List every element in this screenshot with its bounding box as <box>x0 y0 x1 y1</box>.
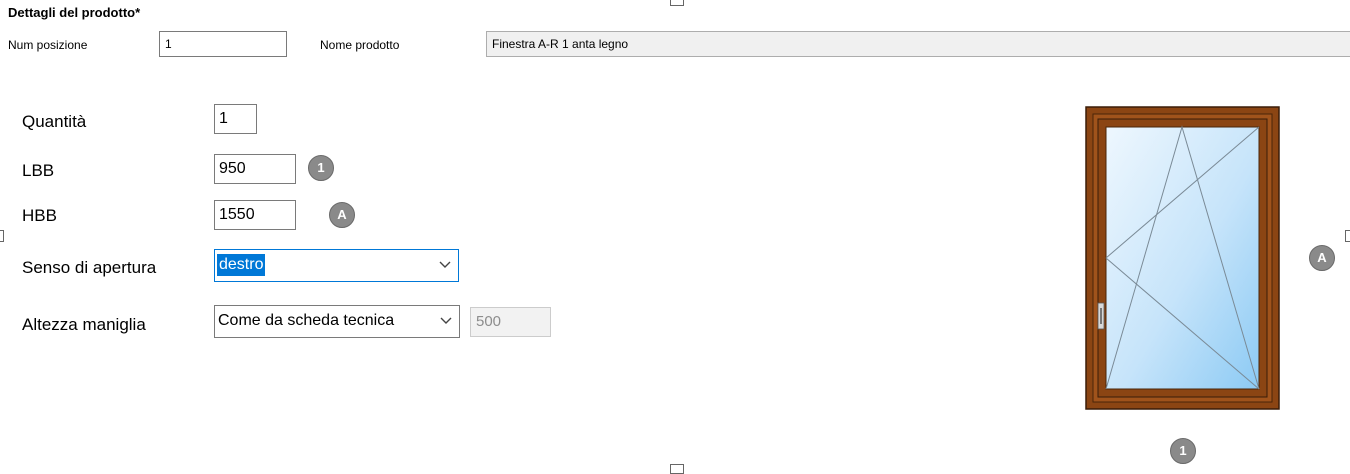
handle-height-mode-select[interactable]: Come da scheda tecnica <box>214 305 460 338</box>
resize-handle-left[interactable] <box>0 230 4 242</box>
height-dimension-badge: A <box>1309 245 1335 271</box>
chevron-down-icon <box>439 261 451 268</box>
product-name-value: Finestra A-R 1 anta legno <box>492 37 629 51</box>
hbb-input[interactable]: 1550 <box>214 200 296 230</box>
opening-direction-value: destro <box>217 254 266 276</box>
quantity-input[interactable]: 1 <box>214 104 257 134</box>
lbb-dimension-badge: 1 <box>308 155 334 181</box>
hbb-value: 1550 <box>219 206 255 223</box>
lbb-value: 950 <box>219 160 246 177</box>
handle-height-value: 500 <box>476 313 502 330</box>
handle-height-mode-value: Come da scheda tecnica <box>218 312 395 329</box>
window-handle-icon <box>1097 302 1105 330</box>
window-glass <box>1105 125 1260 390</box>
position-number-field[interactable]: 1 <box>159 31 287 57</box>
resize-handle-top[interactable] <box>670 0 684 6</box>
chevron-down-icon <box>440 317 452 324</box>
product-name-field[interactable]: Finestra A-R 1 anta legno <box>486 31 1350 57</box>
opening-direction-select[interactable]: destro <box>214 249 459 282</box>
handle-height-label: Altezza maniglia <box>22 315 146 334</box>
window-preview <box>1085 106 1280 410</box>
quantity-value: 1 <box>219 110 228 127</box>
width-dimension-badge: 1 <box>1170 438 1196 464</box>
resize-handle-right[interactable] <box>1345 230 1350 242</box>
product-name-label: Nome prodotto <box>320 38 400 52</box>
hbb-dimension-badge: A <box>329 202 355 228</box>
opening-direction-label: Senso di apertura <box>22 258 157 277</box>
lbb-input[interactable]: 950 <box>214 154 296 184</box>
position-number-label: Num posizione <box>8 38 88 52</box>
section-title: Dettagli del prodotto* <box>8 5 141 20</box>
position-number-value: 1 <box>165 37 172 51</box>
handle-height-input: 500 <box>470 307 551 337</box>
lbb-label: LBB <box>22 161 55 180</box>
hbb-label: HBB <box>22 206 57 225</box>
quantity-label: Quantità <box>22 112 87 131</box>
resize-handle-bottom[interactable] <box>670 464 684 474</box>
